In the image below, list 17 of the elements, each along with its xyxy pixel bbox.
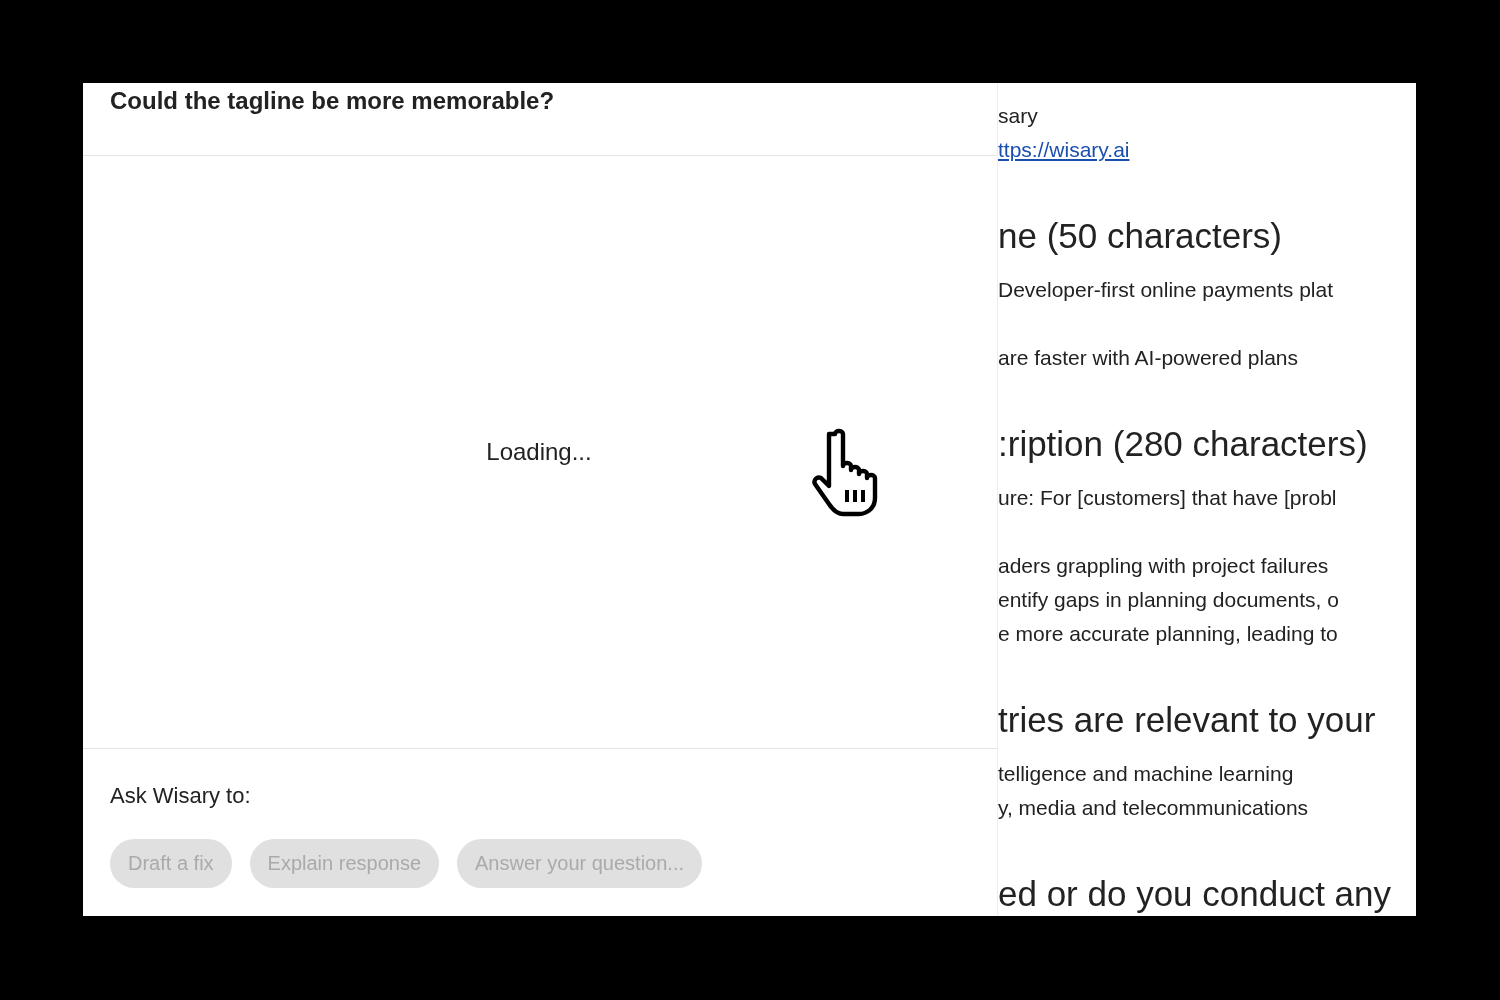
body-text: ure: For [customers] that have [probl <box>998 485 1338 511</box>
body-text: are faster with AI-powered plans <box>998 345 1299 371</box>
website-link[interactable]: ttps://wisary.ai <box>998 138 1130 161</box>
body-text: Developer-first online payments plat <box>998 277 1334 303</box>
body-text: sary <box>998 103 1039 129</box>
prompt-label: Ask Wisary to: <box>110 783 251 809</box>
loading-text: Loading... <box>486 438 592 466</box>
body-text: aders grappling with project failures <box>998 553 1330 579</box>
dialog-question: Could the tagline be more memorable? <box>110 87 555 115</box>
section-heading: :ription (280 characters) <box>998 424 1369 464</box>
section-heading: tries are relevant to your <box>998 700 1377 740</box>
body-text: telligence and machine learning <box>998 761 1295 787</box>
section-heading: ed or do you conduct any <box>998 874 1393 914</box>
body-text: y, media and telecommunications <box>998 795 1310 821</box>
body-text: entify gaps in planning documents, o <box>998 587 1340 613</box>
body-text: e more accurate planning, leading to <box>998 621 1339 647</box>
section-heading: ne (50 characters) <box>998 216 1284 256</box>
